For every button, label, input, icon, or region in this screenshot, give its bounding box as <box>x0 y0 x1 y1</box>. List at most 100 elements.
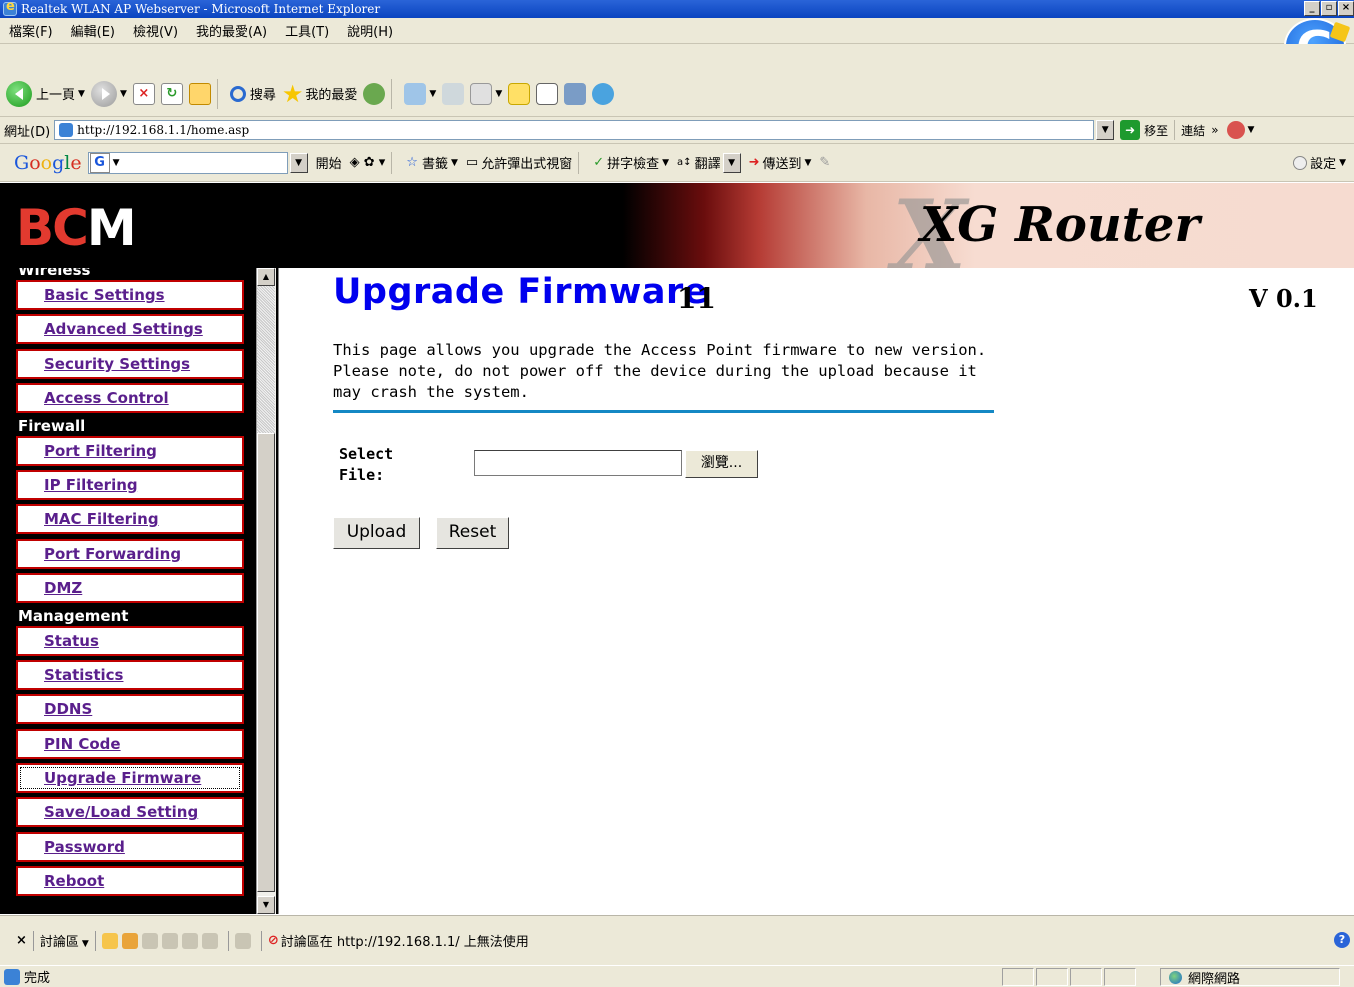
go-arrow-icon[interactable]: ➜ <box>1120 120 1141 140</box>
sidebar-item-status[interactable]: Status <box>16 625 244 656</box>
sidebar-item-upgrade-firmware[interactable]: Upgrade Firmware <box>16 763 244 794</box>
menu-file[interactable]: 檔案(F) <box>0 21 62 40</box>
translate-icon: a↕ <box>677 157 692 168</box>
menu-help[interactable]: 說明(H) <box>338 21 402 40</box>
refresh-button[interactable]: ↻ <box>160 82 183 105</box>
sidebar-item-pin-code[interactable]: PIN Code <box>16 728 244 759</box>
google-logo[interactable]: Google <box>14 152 82 174</box>
discussion-insert-icon[interactable] <box>101 932 118 949</box>
sidebar-item-port-forwarding[interactable]: Port Forwarding <box>16 538 244 569</box>
translate-button[interactable]: a↕ 翻譯 <box>677 153 721 172</box>
calculator-icon <box>536 82 559 105</box>
search-button[interactable]: 搜尋 <box>229 84 276 103</box>
main-content-frame: Upgrade Firmware 11 V 0.1 This page allo… <box>278 268 1354 914</box>
toolbar-separator <box>1174 120 1176 140</box>
menu-edit[interactable]: 編輯(E) <box>62 21 124 40</box>
popup-blocker-button[interactable]: ▭ 允許彈出式視窗 <box>466 153 572 172</box>
sidebar-item-reboot[interactable]: Reboot <box>16 866 244 897</box>
bookmarks-button[interactable]: ☆ 書籤 ▼ <box>406 153 458 172</box>
help-icon[interactable]: ? <box>1334 932 1350 948</box>
scrollbar-track[interactable] <box>257 286 275 433</box>
menu-view[interactable]: 檢視(V) <box>124 21 187 40</box>
sidebar-item-dmz[interactable]: DMZ <box>16 573 244 604</box>
google-start-button[interactable]: 開始 <box>316 153 342 172</box>
discussion-expand-icon[interactable] <box>161 932 178 949</box>
zone-label: 網際網路 <box>1188 971 1241 987</box>
menu-bar: 檔案(F) 編輯(E) 檢視(V) 我的最愛(A) 工具(T) 說明(H) <box>0 18 1354 44</box>
upload-button[interactable]: Upload <box>333 517 420 549</box>
scroll-up-arrow-icon[interactable]: ▲ <box>257 268 275 286</box>
sidebar-item-security-settings[interactable]: Security Settings <box>16 348 244 379</box>
scroll-down-arrow-icon[interactable]: ▼ <box>257 896 275 914</box>
translate-dropdown-button[interactable]: ▼ <box>722 152 741 173</box>
discussion-reply-icon[interactable] <box>141 932 158 949</box>
send-arrow-icon: ➜ <box>748 155 760 170</box>
status-bar: 完成 網際網路 <box>0 965 1354 987</box>
history-button[interactable] <box>363 82 386 105</box>
sidebar-item-advanced-settings[interactable]: Advanced Settings <box>16 314 244 345</box>
favorites-star-icon: ★ <box>281 79 304 108</box>
close-button[interactable]: × <box>1338 1 1354 16</box>
chevron-down-icon: ▼ <box>1247 125 1255 135</box>
file-path-input[interactable] <box>474 450 682 476</box>
stop-button[interactable]: × <box>132 82 155 105</box>
discussion-menu-button[interactable]: 討論區 ▼ <box>40 931 89 950</box>
sidebar-item-port-filtering[interactable]: Port Filtering <box>16 435 244 466</box>
research-button[interactable] <box>564 82 587 105</box>
forward-button[interactable]: ▼ <box>90 80 127 107</box>
sidebar-item-mac-filtering[interactable]: MAC Filtering <box>16 504 244 535</box>
calculator-button[interactable] <box>536 82 559 105</box>
toolbar-separator <box>391 151 393 174</box>
pdf-icon[interactable] <box>1226 121 1245 139</box>
highlight-icon[interactable]: ✎ <box>819 155 830 170</box>
mail-button[interactable]: ▼ <box>404 82 437 105</box>
discussion-refresh-icon[interactable] <box>201 932 218 949</box>
links-more-button[interactable]: » <box>1211 123 1218 137</box>
unavailable-icon: ⊘ <box>267 933 279 948</box>
google-search-input[interactable]: G ▼ <box>87 151 288 174</box>
google-settings-button[interactable]: 設定 ▼ <box>1293 153 1346 172</box>
go-button[interactable]: 移至 <box>1144 122 1168 139</box>
address-url: http://192.168.1.1/home.asp <box>77 123 250 137</box>
home-icon <box>188 82 211 105</box>
back-button[interactable]: 上一頁 ▼ <box>6 80 85 107</box>
chevron-down-icon: ▼ <box>429 88 437 99</box>
toolbar-separator <box>391 78 393 109</box>
address-dropdown-button[interactable]: ▼ <box>1096 120 1115 140</box>
google-dropdown-button[interactable]: ▼ <box>289 152 308 173</box>
menu-favorites[interactable]: 我的最愛(A) <box>187 21 276 40</box>
sidebar-item-save-load-setting[interactable]: Save/Load Setting <box>16 797 244 828</box>
status-panels <box>1002 968 1138 986</box>
discussion-subscribe-icon[interactable] <box>234 932 251 949</box>
edit-button[interactable]: ▼ <box>470 82 502 105</box>
discussion-collapse-icon[interactable] <box>181 932 198 949</box>
sidebar-item-password[interactable]: Password <box>16 831 244 862</box>
send-to-button[interactable]: ➜ 傳送到 ▼ <box>749 153 812 172</box>
messenger-button[interactable] <box>592 82 615 105</box>
menu-tools[interactable]: 工具(T) <box>276 21 338 40</box>
print-icon <box>442 82 465 105</box>
toolbar-separator <box>260 930 262 951</box>
home-button[interactable] <box>188 82 211 105</box>
sidebar-item-ip-filtering[interactable]: IP Filtering <box>16 469 244 500</box>
discussion-close-button[interactable]: × <box>16 933 27 948</box>
sidebar-scrollbar[interactable]: ▲ ▼ <box>256 268 276 914</box>
sidebar-item-basic-settings[interactable]: Basic Settings <box>16 280 244 310</box>
notes-button[interactable] <box>508 82 531 105</box>
links-button[interactable]: 連結 <box>1181 122 1205 139</box>
address-input[interactable]: http://192.168.1.1/home.asp <box>54 120 1095 140</box>
sidebar-section-firewall: Firewall <box>18 416 86 435</box>
sidebar-item-statistics[interactable]: Statistics <box>16 659 244 690</box>
reset-button[interactable]: Reset <box>436 517 509 549</box>
print-button[interactable] <box>442 82 465 105</box>
browse-button[interactable]: 瀏覽... <box>685 450 758 478</box>
sidebar-item-access-control[interactable]: Access Control <box>16 383 244 414</box>
maximize-button[interactable]: ▫ <box>1321 1 1337 16</box>
sidebar-item-ddns[interactable]: DDNS <box>16 694 244 725</box>
spellcheck-button[interactable]: ✓ 拼字檢查 ▼ <box>593 153 669 172</box>
favorites-button[interactable]: ★ 我的最愛 <box>281 79 358 108</box>
scrollbar-thumb[interactable] <box>257 433 275 892</box>
discussion-edit-icon[interactable] <box>121 932 138 949</box>
minimize-button[interactable]: _ <box>1304 1 1320 16</box>
google-extra-icons[interactable]: ◈ ✿ ▾ <box>350 155 386 170</box>
